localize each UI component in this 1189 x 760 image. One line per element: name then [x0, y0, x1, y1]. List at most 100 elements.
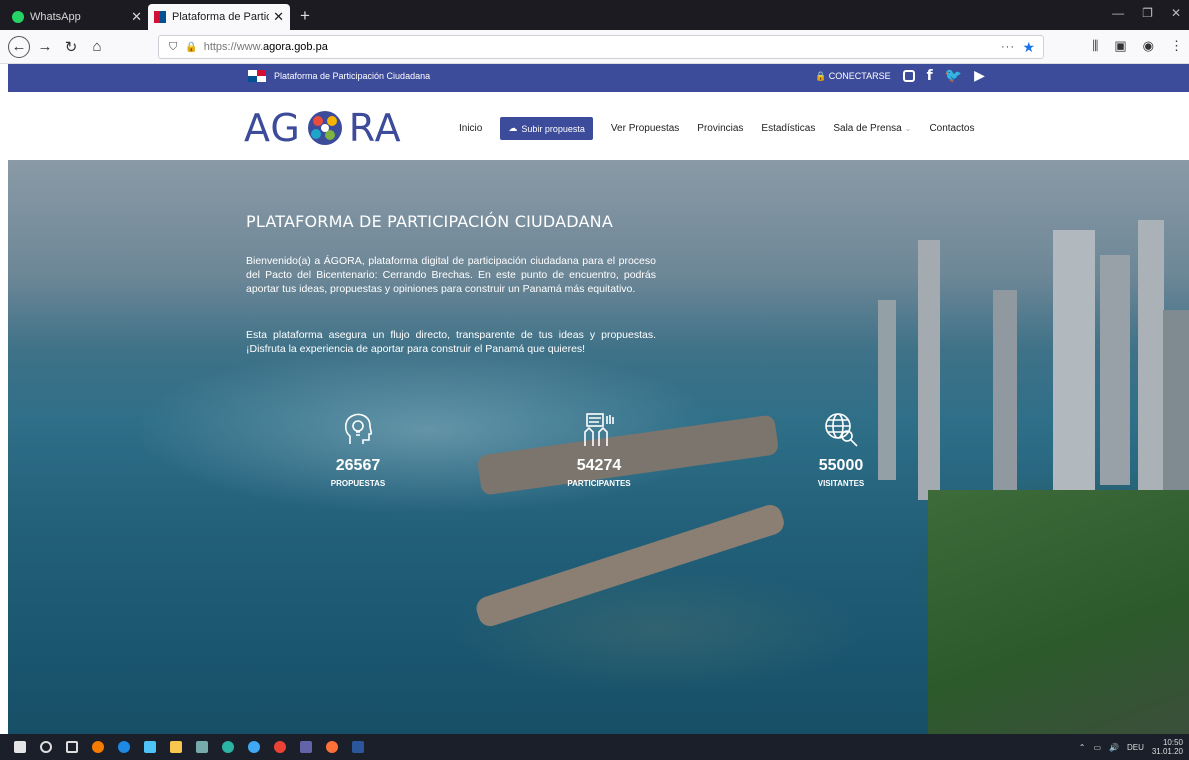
- menu-icon[interactable]: ⋮: [1170, 38, 1183, 54]
- tab-whatsapp[interactable]: WhatsApp ✕: [6, 4, 148, 30]
- site-top-bar: Plataforma de Participación Ciudadana 🔒 …: [8, 64, 1189, 92]
- new-tab-button[interactable]: +: [290, 6, 320, 30]
- logo-text-left: AG: [244, 106, 301, 150]
- system-tray: ⌃ ▭ 🔊 DEU 10:50 31.01.20: [1079, 738, 1183, 756]
- os-taskbar: ⌃ ▭ 🔊 DEU 10:50 31.01.20: [0, 734, 1189, 760]
- lightbulb-head-icon: [344, 413, 373, 444]
- agora-logo[interactable]: AG RA: [244, 106, 402, 150]
- globe-search-icon: [825, 413, 858, 447]
- hero-title: PLATAFORMA DE PARTICIPACIÓN CIUDADANA: [246, 212, 613, 231]
- search-icon[interactable]: [40, 741, 52, 753]
- browser-tools: ⫼ ▣ ◉ ⋮: [1092, 38, 1183, 54]
- nav-estadisticas[interactable]: Estadísticas: [761, 123, 815, 134]
- url-domain: agora.gob.pa: [263, 41, 328, 53]
- sidebar-icon[interactable]: ▣: [1114, 38, 1126, 54]
- nav-sala-de-prensa[interactable]: Sala de Prensa ⌄: [833, 123, 911, 134]
- volume-icon[interactable]: 🔊: [1109, 743, 1119, 752]
- nav-provincias[interactable]: Provincias: [697, 123, 743, 134]
- windows-start-icon[interactable]: [14, 741, 26, 753]
- account-icon[interactable]: ◉: [1143, 38, 1154, 54]
- cloud-upload-icon: ☁: [508, 123, 518, 133]
- reload-button[interactable]: ↻: [60, 36, 82, 58]
- stat-label: PROPUESTAS: [330, 479, 386, 488]
- browser-tab-strip: WhatsApp ✕ Plataforma de Participación C…: [0, 0, 1189, 30]
- lock-icon[interactable]: 🔒: [185, 42, 197, 53]
- topbar-brand: Plataforma de Participación Ciudadana: [248, 70, 430, 82]
- nav-inicio[interactable]: Inicio: [459, 123, 482, 134]
- firefox-icon[interactable]: [92, 741, 104, 753]
- site-header: AG RA Inicio ☁ Subir propuesta Ver Propu…: [8, 92, 1189, 160]
- hero-section: PLATAFORMA DE PARTICIPACIÓN CIUDADANA Bi…: [8, 160, 1189, 734]
- raised-hands-icon: [584, 413, 614, 446]
- twitter-icon[interactable]: 🐦: [945, 68, 962, 84]
- app-circle-icon[interactable]: [248, 741, 260, 753]
- chevron-down-icon: ⌄: [904, 124, 912, 133]
- tray-chevron-icon[interactable]: ⌃: [1079, 743, 1086, 752]
- main-nav: Inicio ☁ Subir propuesta Ver Propuestas …: [459, 117, 992, 140]
- stat-value: 26567: [335, 457, 381, 474]
- edge-chromium-icon[interactable]: [222, 741, 234, 753]
- panama-flag-icon: [248, 70, 266, 82]
- shield-icon[interactable]: ⛉: [169, 41, 177, 54]
- causeway: [473, 501, 787, 630]
- facebook-icon[interactable]: f: [927, 68, 933, 84]
- bookmark-star-icon[interactable]: ★: [1022, 39, 1035, 56]
- topbar-brand-text: Plataforma de Participación Ciudadana: [274, 71, 431, 81]
- hero-paragraph-1: Bienvenido(a) a ÁGORA, plataforma digita…: [246, 255, 656, 295]
- clock-time: 10:50: [1162, 738, 1183, 747]
- stat-label: VISITANTES: [817, 479, 865, 488]
- stat-visitantes: 55000 VISITANTES: [786, 410, 896, 488]
- library-icon[interactable]: ⫼: [1092, 38, 1098, 54]
- teams-icon[interactable]: [300, 741, 312, 753]
- file-explorer-icon[interactable]: [170, 741, 182, 753]
- edge-icon[interactable]: [144, 741, 156, 753]
- connect-link[interactable]: 🔒 CONECTARSE: [815, 71, 891, 82]
- green-shore: [928, 490, 1189, 734]
- tab-agora[interactable]: Plataforma de Participación Ciu ✕: [148, 4, 290, 30]
- tower: [1163, 310, 1189, 490]
- instagram-icon[interactable]: [902, 70, 915, 82]
- close-window-icon[interactable]: ✕: [1171, 6, 1181, 20]
- nav-contactos[interactable]: Contactos: [929, 123, 974, 134]
- upload-proposal-button[interactable]: ☁ Subir propuesta: [500, 117, 593, 140]
- stat-value: 55000: [818, 457, 864, 474]
- network-icon[interactable]: ▭: [1093, 743, 1101, 752]
- home-button[interactable]: ⌂: [86, 36, 108, 58]
- logo-globe-icon: [307, 111, 342, 145]
- stat-propuestas: 26567 PROPUESTAS: [303, 410, 413, 488]
- nav-sala-de-prensa-label: Sala de Prensa: [833, 123, 902, 134]
- browser-toolbar: ← → ↻ ⌂ ⛉ 🔒 https://www. agora.gob.pa ··…: [0, 30, 1189, 64]
- close-tab-icon[interactable]: ✕: [273, 9, 284, 25]
- forward-button[interactable]: →: [34, 36, 56, 58]
- firefox-active-icon[interactable]: [326, 741, 338, 753]
- chrome-icon[interactable]: [274, 741, 286, 753]
- tower: [993, 290, 1017, 500]
- task-view-icon[interactable]: [66, 741, 78, 753]
- hero-paragraph-2: Esta plataforma asegura un flujo directo…: [246, 329, 656, 355]
- page-actions-button[interactable]: ···: [1001, 41, 1015, 53]
- clock[interactable]: 10:50 31.01.20: [1152, 738, 1183, 756]
- stat-participantes: 54274 PARTICIPANTES: [544, 410, 654, 488]
- youtube-icon[interactable]: ▶: [974, 68, 985, 84]
- tower: [1053, 230, 1095, 500]
- language-indicator[interactable]: DEU: [1127, 743, 1144, 752]
- maximize-icon[interactable]: ❐: [1142, 6, 1153, 20]
- lock-icon: 🔒: [815, 70, 827, 81]
- tower: [1138, 220, 1164, 490]
- app-icon[interactable]: [196, 741, 208, 753]
- connect-label: CONECTARSE: [828, 70, 891, 81]
- url-bar[interactable]: ⛉ 🔒 https://www. agora.gob.pa ··· ★: [158, 35, 1044, 59]
- nav-ver-propuestas[interactable]: Ver Propuestas: [611, 123, 679, 134]
- globe-app-icon[interactable]: [118, 741, 130, 753]
- agora-favicon-icon: [154, 11, 166, 23]
- close-tab-icon[interactable]: ✕: [131, 9, 142, 25]
- tower: [918, 240, 940, 500]
- stat-label: PARTICIPANTES: [567, 479, 631, 488]
- window-controls: — ❐ ✕: [1112, 6, 1181, 20]
- topbar-right: 🔒 CONECTARSE f 🐦 ▶: [815, 68, 985, 84]
- upload-proposal-label: Subir propuesta: [521, 123, 585, 134]
- url-protocol: https://www.: [203, 41, 263, 53]
- minimize-icon[interactable]: —: [1112, 6, 1124, 20]
- back-button[interactable]: ←: [8, 35, 30, 58]
- word-icon[interactable]: [352, 741, 364, 753]
